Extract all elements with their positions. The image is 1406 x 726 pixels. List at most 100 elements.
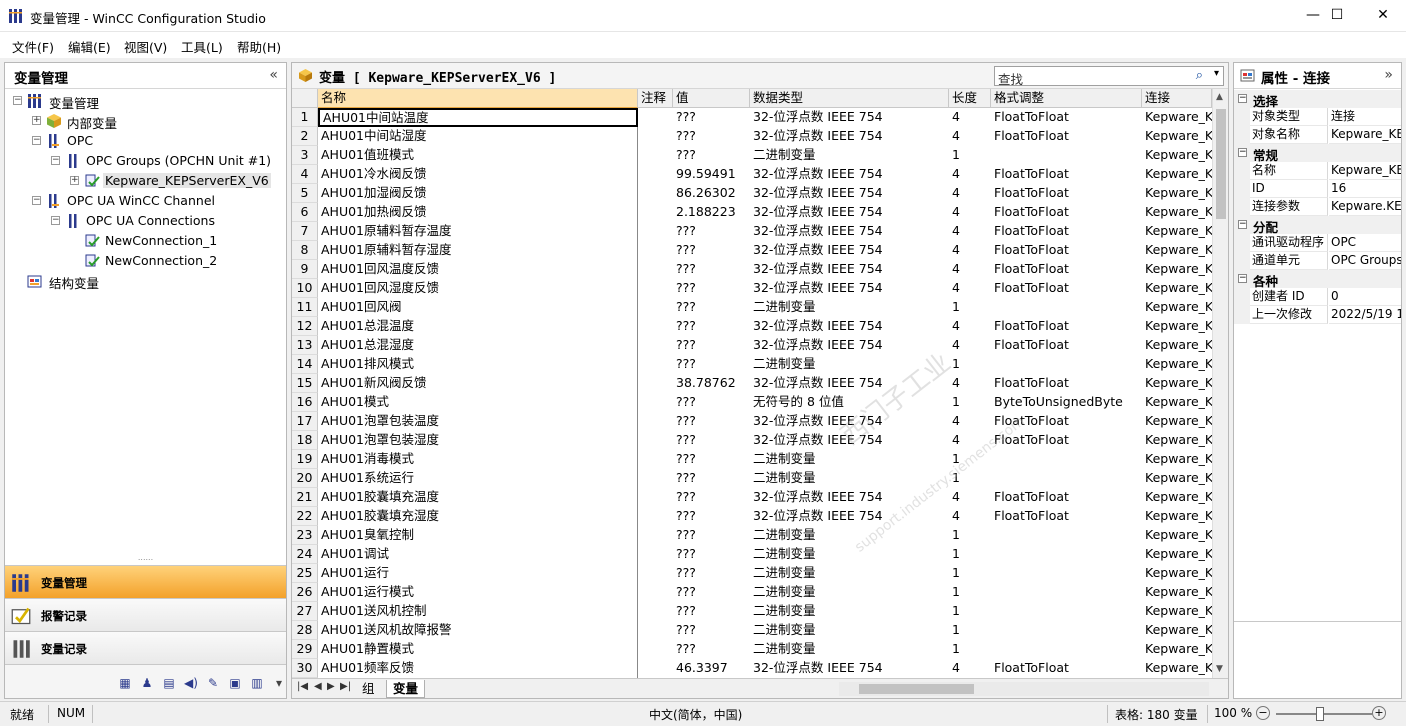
cell-name[interactable]: AHU01回风湿度反馈 [318,279,638,298]
cell-value[interactable]: 38.78762 [673,374,750,393]
nav-button-tag-management[interactable]: 变量管理 [5,565,286,598]
row-number[interactable]: 27 [292,602,318,621]
table-row[interactable]: 23 AHU01臭氧控制??? 二进制变量 1 Kepware_KI [292,526,1212,545]
cell-comment[interactable] [638,203,673,222]
cell-name[interactable]: AHU01加热阀反馈 [318,203,638,222]
nav-button-tag-logging[interactable]: 变量记录 [5,631,286,664]
zoom-slider-track[interactable] [1276,713,1372,715]
cell-format-adaptation[interactable] [991,526,1142,545]
cell-value[interactable]: ??? [673,583,750,602]
cell-length[interactable]: 4 [949,127,991,146]
table-row[interactable]: 1 AHU01中间站温度??? 32-位浮点数 IEEE 754 4 FloatToFl… [292,108,1212,127]
cell-name[interactable]: AHU01排风模式 [318,355,638,374]
row-number[interactable]: 8 [292,241,318,260]
column-header-connection[interactable]: 连接 [1142,89,1212,108]
row-number[interactable]: 9 [292,260,318,279]
cell-connection[interactable]: Kepware_KI [1142,602,1212,621]
table-row[interactable]: 14 AHU01排风模式??? 二进制变量 1 Kepware_KI [292,355,1212,374]
table-row[interactable]: 19 AHU01消毒模式??? 二进制变量 1 Kepware_KI [292,450,1212,469]
cell-format-adaptation[interactable] [991,355,1142,374]
search-icon[interactable]: ⌕ [1196,68,1203,83]
cell-value[interactable]: ??? [673,564,750,583]
column-header-name[interactable]: 名称 [318,89,638,108]
cell-format-adaptation[interactable] [991,146,1142,165]
cell-length[interactable]: 4 [949,241,991,260]
cell-connection[interactable]: Kepware_KI [1142,450,1212,469]
table-row[interactable]: 26 AHU01运行模式??? 二进制变量 1 Kepware_KI [292,583,1212,602]
cell-value[interactable]: ??? [673,260,750,279]
table-row[interactable]: 16 AHU01模式??? 无符号的 8 位值 1 ByteToUnsignedByte… [292,393,1212,412]
property-value[interactable]: Kepware_KEP [1329,126,1401,144]
row-number[interactable]: 14 [292,355,318,374]
cell-name[interactable]: AHU01中间站温度 [318,108,638,127]
cell-comment[interactable] [638,279,673,298]
cell-format-adaptation[interactable]: FloatToFloat [991,203,1142,222]
cell-data-type[interactable]: 32-位浮点数 IEEE 754 [750,127,949,146]
cell-data-type[interactable]: 二进制变量 [750,298,949,317]
cell-format-adaptation[interactable] [991,564,1142,583]
cell-data-type[interactable]: 32-位浮点数 IEEE 754 [750,222,949,241]
row-number[interactable]: 12 [292,317,318,336]
column-header-format-adaptation[interactable]: 格式调整 [991,89,1142,108]
picture-icon[interactable]: ▣ [227,675,243,691]
property-value[interactable]: 2022/5/19 1 [1329,306,1401,324]
table-row[interactable]: 18 AHU01泡罩包装湿度??? 32-位浮点数 IEEE 754 4 FloatTo… [292,431,1212,450]
cell-length[interactable]: 4 [949,279,991,298]
row-number[interactable]: 4 [292,165,318,184]
text-icon[interactable]: ▤ [161,675,177,691]
category-collapse-icon[interactable]: − [1238,148,1247,157]
cell-format-adaptation[interactable]: FloatToFloat [991,659,1142,678]
cell-format-adaptation[interactable]: FloatToFloat [991,488,1142,507]
cell-format-adaptation[interactable] [991,640,1142,659]
cell-value[interactable]: 99.59491 [673,165,750,184]
tree-node[interactable]: − OPC UA Connections [5,211,285,231]
cell-comment[interactable] [638,469,673,488]
table-row[interactable]: 24 AHU01调试??? 二进制变量 1 Kepware_KI [292,545,1212,564]
vertical-scrollbar[interactable]: ▲ ▼ [1212,89,1228,678]
menu-file[interactable]: 文件(F) [12,37,54,56]
property-value[interactable]: OPC [1329,234,1401,252]
cell-data-type[interactable]: 二进制变量 [750,469,949,488]
cell-name[interactable]: AHU01运行模式 [318,583,638,602]
tree-node[interactable]: 结构变量 [5,271,285,291]
cell-format-adaptation[interactable] [991,602,1142,621]
cell-comment[interactable] [638,374,673,393]
cell-format-adaptation[interactable]: FloatToFloat [991,222,1142,241]
cell-name[interactable]: AHU01运行 [318,564,638,583]
cell-comment[interactable] [638,317,673,336]
table-row[interactable]: 11 AHU01回风阀??? 二进制变量 1 Kepware_KI [292,298,1212,317]
cell-connection[interactable]: Kepware_KI [1142,583,1212,602]
cell-connection[interactable]: Kepware_KI [1142,222,1212,241]
cell-format-adaptation[interactable]: FloatToFloat [991,507,1142,526]
table-row[interactable]: 8 AHU01原辅料暂存湿度??? 32-位浮点数 IEEE 754 4 FloatTo… [292,241,1212,260]
row-number[interactable]: 5 [292,184,318,203]
row-number[interactable]: 29 [292,640,318,659]
cell-connection[interactable]: Kepware_KI [1142,279,1212,298]
report-icon[interactable]: ▥ [249,675,265,691]
cell-length[interactable]: 4 [949,336,991,355]
table-row[interactable]: 21 AHU01胶囊填充温度??? 32-位浮点数 IEEE 754 4 FloatTo… [292,488,1212,507]
cell-value[interactable]: ??? [673,127,750,146]
property-row[interactable]: 通讯驱动程序 OPC [1234,234,1401,252]
menu-help[interactable]: 帮助(H) [237,37,281,56]
table-row[interactable]: 17 AHU01泡罩包装温度??? 32-位浮点数 IEEE 754 4 FloatTo… [292,412,1212,431]
cell-connection[interactable]: Kepware_KI [1142,526,1212,545]
cell-comment[interactable] [638,545,673,564]
cell-length[interactable]: 4 [949,317,991,336]
row-header-corner[interactable] [292,89,318,108]
cell-name[interactable]: AHU01送风机控制 [318,602,638,621]
property-row[interactable]: 对象名称Kepware_KEP [1234,126,1401,144]
cell-data-type[interactable]: 32-位浮点数 IEEE 754 [750,260,949,279]
cell-comment[interactable] [638,640,673,659]
cell-length[interactable]: 4 [949,184,991,203]
cell-length[interactable]: 1 [949,602,991,621]
cell-name[interactable]: AHU01总混湿度 [318,336,638,355]
cell-connection[interactable]: Kepware_KI [1142,488,1212,507]
cell-value[interactable]: ??? [673,336,750,355]
cell-format-adaptation[interactable]: FloatToFloat [991,279,1142,298]
row-number[interactable]: 7 [292,222,318,241]
category-collapse-icon[interactable]: − [1238,274,1247,283]
table-row[interactable]: 15 AHU01新风阀反馈 38.78762 32-位浮点数 IEEE 754 4 Flo… [292,374,1212,393]
maximize-button[interactable]: ☐ [1314,0,1360,31]
cell-value[interactable]: ??? [673,469,750,488]
